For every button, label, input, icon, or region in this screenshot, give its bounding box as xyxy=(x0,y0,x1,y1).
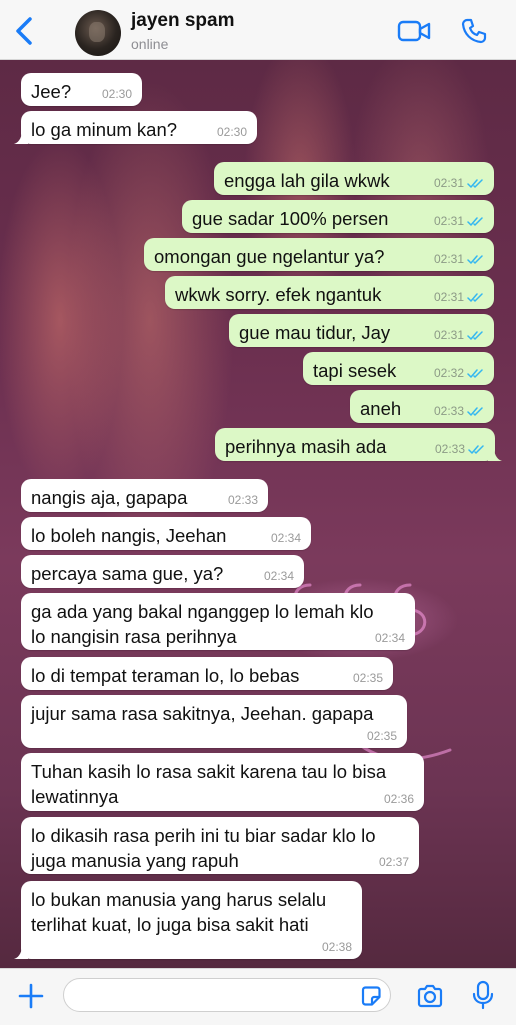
bubble-tail xyxy=(14,945,28,959)
message-text: lo ga minum kan? xyxy=(31,119,178,140)
incoming-message[interactable]: lo boleh nangis, Jeehan 02:34 xyxy=(21,517,311,550)
outgoing-message[interactable]: gue mau tidur, Jay 02:31 xyxy=(229,314,494,347)
outgoing-message[interactable]: gue sadar 100% persen 02:31 xyxy=(182,200,494,233)
message-time: 02:31 xyxy=(433,176,464,190)
message-text: jujur sama rasa sakitnya, Jeehan. gapapa xyxy=(31,703,374,724)
message-time: 02:31 xyxy=(433,328,464,342)
message-time: 02:38 xyxy=(321,940,352,954)
plus-icon[interactable] xyxy=(17,982,45,1010)
message-text: nangis aja, gapapa xyxy=(31,487,188,508)
incoming-message[interactable]: lo ga minum kan? 02:30 xyxy=(14,111,257,144)
message-text: perihnya masih ada xyxy=(225,436,387,457)
incoming-message[interactable]: nangis aja, gapapa 02:33 xyxy=(21,479,268,512)
read-receipt-icon xyxy=(467,179,483,188)
phone-call-icon[interactable] xyxy=(461,18,487,44)
message-text: wkwk sorry. efek ngantuk xyxy=(175,284,382,305)
message-text: lo boleh nangis, Jeehan xyxy=(31,525,227,546)
incoming-message[interactable]: lo di tempat teraman lo, lo bebas 02:35 xyxy=(21,657,393,690)
outgoing-message[interactable]: wkwk sorry. efek ngantuk 02:31 xyxy=(165,276,494,309)
camera-icon[interactable] xyxy=(416,984,444,1008)
incoming-message[interactable]: Tuhan kasih lo rasa sakit karena tau lo … xyxy=(21,753,424,811)
read-receipt-icon xyxy=(467,293,483,302)
outgoing-message[interactable]: perihnya masih ada 02:33 xyxy=(215,428,502,461)
message-time: 02:30 xyxy=(216,125,247,139)
chat-header: jayen spam online xyxy=(0,0,516,60)
message-text: gue mau tidur, Jay xyxy=(239,322,391,343)
message-time: 02:35 xyxy=(366,729,397,743)
bubble-tail xyxy=(488,447,502,461)
incoming-message[interactable]: Jee? 02:30 xyxy=(21,73,142,106)
outgoing-message[interactable]: omongan gue ngelantur ya? 02:31 xyxy=(144,238,494,271)
incoming-message[interactable]: lo dikasih rasa perih ini tu biar sadar … xyxy=(21,817,419,874)
message-text: lo bukan manusia yang harus selalu terli… xyxy=(31,889,327,935)
message-text: aneh xyxy=(360,398,402,419)
message-text: engga lah gila wkwk xyxy=(224,170,390,191)
message-time: 02:34 xyxy=(270,531,301,545)
message-text: percaya sama gue, ya? xyxy=(31,563,224,584)
video-call-icon[interactable] xyxy=(397,19,431,43)
message-time: 02:31 xyxy=(433,214,464,228)
read-receipt-icon xyxy=(467,331,483,340)
incoming-message[interactable]: lo bukan manusia yang harus selalu terli… xyxy=(14,881,362,959)
bubble-tail xyxy=(14,130,28,144)
message-time: 02:33 xyxy=(433,404,464,418)
message-time: 02:34 xyxy=(374,631,405,645)
message-text: lo di tempat teraman lo, lo bebas xyxy=(31,665,300,686)
outgoing-message[interactable]: aneh 02:33 xyxy=(350,390,494,423)
sticker-icon[interactable] xyxy=(359,984,383,1008)
incoming-message[interactable]: jujur sama rasa sakitnya, Jeehan. gapapa… xyxy=(21,695,407,748)
contact-status: online xyxy=(131,36,169,52)
read-receipt-icon xyxy=(468,445,484,454)
message-time: 02:31 xyxy=(433,290,464,304)
incoming-message[interactable]: ga ada yang bakal nganggep lo lemah klo … xyxy=(21,593,415,650)
message-time: 02:33 xyxy=(227,493,258,507)
message-text: Tuhan kasih lo rasa sakit karena tau lo … xyxy=(31,761,387,807)
message-text: Jee? xyxy=(31,81,72,102)
chat-area[interactable]: Jee? 02:30 lo ga minum kan? 02:30 engga lah … xyxy=(0,60,516,968)
contact-name[interactable]: jayen spam xyxy=(131,10,235,32)
outgoing-message[interactable]: engga lah gila wkwk 02:31 xyxy=(214,162,494,195)
message-text: tapi sesek xyxy=(313,360,397,381)
message-time: 02:37 xyxy=(378,855,409,869)
message-text: gue sadar 100% persen xyxy=(192,208,389,229)
message-time: 02:35 xyxy=(352,671,383,685)
message-time: 02:32 xyxy=(433,366,464,380)
composer-bar xyxy=(0,968,516,1025)
message-text: lo dikasih rasa perih ini tu biar sadar … xyxy=(31,825,376,871)
microphone-icon[interactable] xyxy=(472,980,494,1010)
message-time: 02:30 xyxy=(101,87,132,101)
read-receipt-icon xyxy=(467,217,483,226)
message-time: 02:31 xyxy=(433,252,464,266)
avatar[interactable] xyxy=(75,10,121,56)
message-time: 02:33 xyxy=(434,442,465,456)
message-text: omongan gue ngelantur ya? xyxy=(154,246,385,267)
incoming-message[interactable]: percaya sama gue, ya? 02:34 xyxy=(21,555,304,588)
outgoing-message[interactable]: tapi sesek 02:32 xyxy=(303,352,494,385)
read-receipt-icon xyxy=(467,255,483,264)
read-receipt-icon xyxy=(467,407,483,416)
message-input[interactable] xyxy=(63,978,391,1012)
read-receipt-icon xyxy=(467,369,483,378)
back-chevron-icon[interactable] xyxy=(10,14,40,48)
message-text: ga ada yang bakal nganggep lo lemah klo … xyxy=(31,601,374,647)
message-time: 02:34 xyxy=(263,569,294,583)
message-time: 02:36 xyxy=(383,792,414,806)
